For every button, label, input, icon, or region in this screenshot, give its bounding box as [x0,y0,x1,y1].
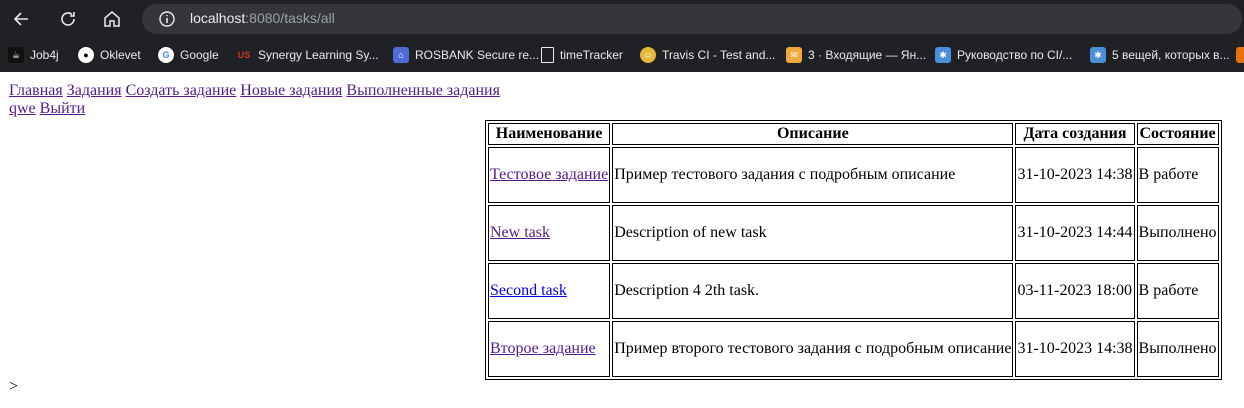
nav-links: Главная Задания Создать задание Новые за… [9,82,500,100]
github-icon: ● [78,47,94,63]
table-header-row: Наименование Описание Дата создания Сост… [488,123,1219,145]
table-row: Second task Description 4 2th task. 03-1… [488,263,1219,319]
browser-chrome: localhost:8080/tasks/all ☕ Job4j ● Oklev… [0,0,1244,72]
bookmark-ci-guide[interactable]: ✱ Руководство по CI/... [935,46,1072,64]
task-status-cell: Выполнено [1136,321,1219,377]
task-name-cell: Тестовое задание [488,147,611,203]
nav-create-task-link[interactable]: Создать задание [126,82,237,99]
task-status-cell: В работе [1136,263,1219,319]
column-header-status: Состояние [1136,123,1219,145]
bookmark-timetracker[interactable]: timeTracker [541,46,623,64]
task-name-cell: New task [488,205,611,261]
rosbank-icon: ⌂ [393,47,409,63]
task-name-cell: Second task [488,263,611,319]
task-created-cell: 31-10-2023 14:44 [1015,205,1135,261]
top-navigation: Главная Задания Создать задание Новые за… [9,82,500,118]
task-name-cell: Второе задание [488,321,611,377]
bookmark-oklevet[interactable]: ● Oklevet [78,46,141,64]
reload-icon[interactable] [56,7,80,31]
bookmarks-bar: ☕ Job4j ● Oklevet G Google US Synergy Le… [0,40,1244,70]
info-icon[interactable] [158,10,176,28]
user-name-link[interactable]: qwe [9,100,36,117]
task-created-cell: 31-10-2023 14:38 [1015,147,1135,203]
tasks-table: Наименование Описание Дата создания Сост… [485,120,1222,380]
stray-text: > [9,378,19,395]
ci-icon: ✱ [935,47,951,63]
bookmark-google[interactable]: G Google [158,46,219,64]
synergy-icon: US [237,50,251,60]
task-description-cell: Description 4 2th task. [612,263,1014,319]
task-created-cell: 31-10-2023 14:38 [1015,321,1135,377]
bookmark-overflow[interactable] [1236,46,1244,64]
task-description-cell: Description of new task [612,205,1014,261]
user-links: qwe Выйти [9,100,500,118]
table-row: Второе задание Пример второго тестового … [488,321,1219,377]
nav-home-link[interactable]: Главная [9,82,63,99]
bookmark-5-things[interactable]: ✱ 5 вещей, которых в... [1090,46,1230,64]
task-link[interactable]: Тестовое задание [490,166,608,183]
nav-tasks-link[interactable]: Задания [67,82,122,99]
nav-done-tasks-link[interactable]: Выполненные задания [346,82,500,99]
bookmark-overflow-icon [1236,47,1244,63]
google-icon: G [158,47,174,63]
travis-icon: ☺ [640,47,656,63]
column-header-name: Наименование [488,123,611,145]
back-icon[interactable] [10,7,34,31]
mail-icon: ✉ [786,47,802,63]
address-bar[interactable]: localhost:8080/tasks/all [142,4,1242,34]
bookmark-synergy[interactable]: US Synergy Learning Sy... [236,46,379,64]
task-description-cell: Пример тестового задания с подробным опи… [612,147,1014,203]
task-link[interactable]: Второе задание [490,340,596,357]
ci-icon: ✱ [1090,47,1106,63]
column-header-description: Описание [612,123,1014,145]
bookmark-travis[interactable]: ☺ Travis CI - Test and... [640,46,775,64]
url-text: localhost:8080/tasks/all [190,10,335,26]
task-status-cell: В работе [1136,147,1219,203]
browser-toolbar: localhost:8080/tasks/all [0,0,1244,38]
task-created-cell: 03-11-2023 18:00 [1015,263,1135,319]
task-link[interactable]: Second task [490,282,567,299]
logout-link[interactable]: Выйти [40,100,86,117]
table-row: Тестовое задание Пример тестового задани… [488,147,1219,203]
bookmark-job4j[interactable]: ☕ Job4j [8,46,59,64]
task-status-cell: Выполнено [1136,205,1219,261]
task-description-cell: Пример второго тестового задания с подро… [612,321,1014,377]
task-link[interactable]: New task [490,224,550,241]
nav-new-tasks-link[interactable]: Новые задания [240,82,342,99]
page-content: Главная Задания Создать задание Новые за… [0,72,1244,408]
bookmark-mail[interactable]: ✉ 3 · Входящие — Ян... [786,46,926,64]
column-header-created: Дата создания [1015,123,1135,145]
bookmark-rosbank[interactable]: ⌂ ROSBANK Secure re... [393,46,539,64]
home-icon[interactable] [100,7,124,31]
page-icon [541,47,554,63]
table-row: New task Description of new task 31-10-2… [488,205,1219,261]
job4j-icon: ☕ [8,47,24,63]
